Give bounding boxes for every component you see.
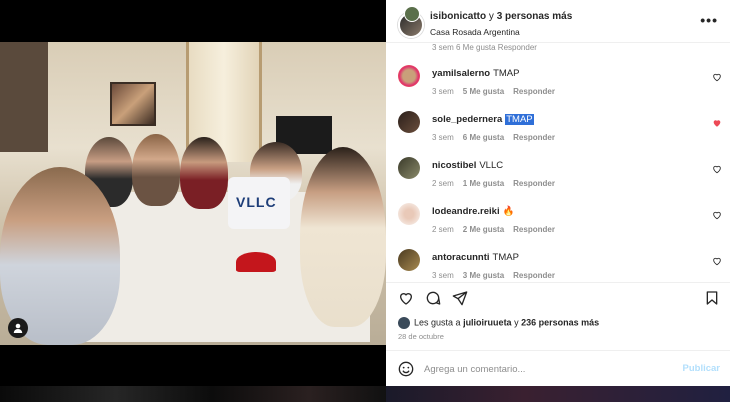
authors-connector: y (488, 11, 494, 22)
likes-summary: Les gusta a julioiruueta y 236 personas … (398, 317, 599, 329)
photo-wall (0, 42, 48, 152)
like-icon[interactable] (398, 290, 414, 306)
partial-comment-meta: 3 sem 6 Me gusta Responder (432, 43, 537, 52)
comments-list[interactable]: 3 sem 6 Me gusta Responder yamilsalerno T… (386, 42, 730, 282)
comment-item: sole_pedernera TMAP 3 sem 6 Me gusta Respon… (386, 106, 730, 152)
comment-time: 3 sem (432, 271, 454, 280)
post-header: isibonicatto y 3 personas más Casa Rosad… (386, 0, 730, 43)
liker-username[interactable]: julioiruueta (463, 317, 512, 327)
photo-red-cap (236, 252, 276, 272)
commenter-avatar[interactable] (398, 203, 420, 225)
photo-person (180, 137, 228, 209)
comment-time: 3 sem (432, 133, 454, 142)
liker-avatar[interactable] (398, 317, 410, 329)
photo-person (300, 147, 386, 327)
emoji-icon[interactable] (398, 361, 414, 377)
heart-icon-liked[interactable] (712, 118, 722, 128)
other-authors-link[interactable]: 3 personas más (497, 11, 573, 22)
comment-likes[interactable]: 3 Me gusta (463, 271, 504, 280)
commenter-avatar[interactable] (398, 111, 420, 133)
comment-icon[interactable] (425, 290, 441, 306)
add-comment-bar: Publicar (386, 350, 730, 387)
comment-text: TMAP (492, 252, 519, 263)
heart-icon[interactable] (712, 256, 722, 266)
comment-item: nicostibel VLLC 2 sem 1 Me gusta Responder (386, 152, 730, 198)
collab-avatar[interactable] (404, 6, 420, 22)
comment-input[interactable] (424, 361, 664, 377)
comment-item: lodeandre.reiki 🔥 2 sem 2 Me gusta Responde… (386, 198, 730, 244)
reply-button[interactable]: Responder (513, 271, 555, 280)
likes-prefix: Les gusta a (414, 317, 461, 328)
comment-item: antoracunnti TMAP 3 sem 3 Me gusta Responde… (386, 244, 730, 282)
comment-time: 3 sem (432, 87, 454, 96)
photo-pane: VLLC (0, 0, 386, 402)
heart-icon[interactable] (712, 164, 722, 174)
comment-username[interactable]: antoracunnti (432, 252, 490, 263)
save-icon[interactable] (704, 290, 720, 306)
comment-text-selected: TMAP (505, 114, 534, 125)
commenter-avatar[interactable] (398, 65, 420, 87)
comment-username[interactable]: sole_pedernera (432, 114, 502, 125)
photo-shirt-text: VLLC (236, 194, 277, 210)
post-photo[interactable]: VLLC (0, 42, 386, 345)
likes-connector: y (514, 317, 519, 328)
photo-person (132, 134, 180, 206)
comment-username[interactable]: lodeandre.reiki (432, 206, 500, 217)
more-options-icon[interactable]: ••• (700, 12, 718, 28)
share-icon[interactable] (452, 290, 468, 306)
author-username[interactable]: isibonicatto (430, 11, 486, 22)
reply-button[interactable]: Responder (513, 133, 555, 142)
commenter-avatar[interactable] (398, 249, 420, 271)
background-strip (0, 386, 386, 402)
comment-text: TMAP (493, 68, 520, 79)
publish-button[interactable]: Publicar (683, 363, 721, 374)
comment-likes[interactable]: 6 Me gusta (463, 133, 504, 142)
comment-likes[interactable]: 1 Me gusta (463, 179, 504, 188)
comment-time: 2 sem (432, 179, 454, 188)
comment-text: VLLC (479, 160, 504, 171)
commenter-avatar[interactable] (398, 157, 420, 179)
comment-likes[interactable]: 5 Me gusta (463, 87, 504, 96)
post-date: 28 de octubre (398, 332, 444, 341)
background-strip (386, 386, 730, 402)
post-authors: isibonicatto y 3 personas más (430, 11, 572, 22)
comment-username[interactable]: yamilsalerno (432, 68, 490, 79)
reply-button[interactable]: Responder (513, 87, 555, 96)
heart-icon[interactable] (712, 72, 722, 82)
post-location[interactable]: Casa Rosada Argentina (430, 27, 520, 37)
reply-button[interactable]: Responder (513, 179, 555, 188)
post-actions (386, 282, 730, 313)
comment-time: 2 sem (432, 225, 454, 234)
tagged-users-icon[interactable] (8, 318, 28, 338)
comment-likes[interactable]: 2 Me gusta (463, 225, 504, 234)
comment-username[interactable]: nicostibel (432, 160, 476, 171)
heart-icon[interactable] (712, 210, 722, 220)
reply-button[interactable]: Responder (513, 225, 555, 234)
post-side-panel: isibonicatto y 3 personas más Casa Rosad… (386, 0, 730, 402)
comment-item: yamilsalerno TMAP 3 sem 5 Me gusta Responde… (386, 60, 730, 106)
likes-others-link[interactable]: 236 personas más (521, 317, 599, 327)
comment-text: 🔥 (502, 206, 515, 217)
photo-painting (110, 82, 156, 126)
